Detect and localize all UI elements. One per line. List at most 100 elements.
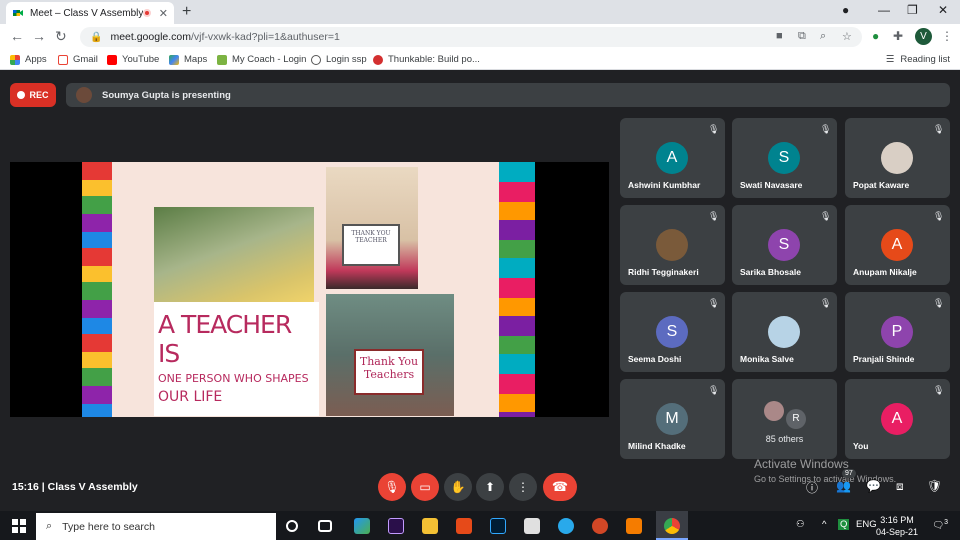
quick-heal-icon[interactable]: Q [838,519,850,530]
raise-hand-button[interactable]: ✋ [444,473,472,501]
muted-mic-icon: 🎙 [708,124,720,134]
reload-icon[interactable]: ↻ [55,28,67,45]
forward-icon[interactable]: → [32,28,46,44]
back-icon[interactable]: ← [10,28,24,44]
participant-tile[interactable]: 🎙 Monika Salve [732,292,837,372]
avatar: S [768,142,800,174]
participant-tile[interactable]: 🎙 M Milind Khadke [620,379,725,459]
premiere-icon[interactable] [388,518,404,534]
language-indicator[interactable]: ENG [856,519,877,530]
file-explorer-icon[interactable] [422,518,438,534]
others-count: 85 others [765,434,804,444]
quote-line-3: OUR LIFE [158,389,223,405]
avatar: S [768,229,800,261]
restore-icon[interactable]: ❐ [907,3,918,17]
chrome-menu-icon[interactable]: ⋮ [941,29,953,43]
bookmark-gmail[interactable]: Gmail [58,54,98,65]
address-bar[interactable]: 🔒 meet.google.com/vjf-vxwk-kad?pli=1&aut… [80,27,862,47]
minimize-icon[interactable]: — [878,3,890,17]
reading-list-button[interactable]: ☰ Reading list [886,54,950,65]
task-view-icon[interactable] [318,520,332,532]
bookmark-my-coach[interactable]: My Coach - Login [217,54,306,65]
quote-line-2: ONE PERSON WHO SHAPES [158,372,309,385]
participant-name: Swati Navasare [740,180,803,190]
zoom-icon[interactable]: ⌕ [820,30,826,43]
browser-tab[interactable]: Meet – Class V Assembly ✕ [6,2,174,24]
present-screen-button[interactable]: ⬆ [476,473,504,501]
tab-title: Meet – Class V Assembly [30,7,143,19]
camera-off-button[interactable]: ▭ [411,473,439,501]
participant-tile[interactable]: 🎙 P Pranjali Shinde [845,292,950,372]
bookmark-label: My Coach - Login [232,54,307,65]
start-button-icon[interactable] [12,519,26,533]
participant-name: Ashwini Kumbhar [628,180,701,190]
muted-mic-icon: 🎙 [933,385,945,395]
people-icon[interactable]: 👥 [836,479,851,493]
bookmark-label: Maps [184,54,208,65]
store-icon[interactable] [524,518,540,534]
chat-icon[interactable]: 💬 [866,479,881,493]
system-clock[interactable]: 3:16 PM 04-Sep-21 [876,514,918,538]
youtube-icon [107,54,117,65]
vlc-icon[interactable] [626,518,642,534]
tab-search-icon[interactable]: ● [842,3,849,17]
host-controls-icon[interactable]: 🛡 [927,479,942,493]
decorative-pattern-right [499,162,535,417]
participant-tile[interactable]: 🎙 S Seema Doshi [620,292,725,372]
card-text: Thank You [359,355,419,368]
more-options-button[interactable]: ⋮ [509,473,537,501]
extensions-puzzle-icon[interactable]: ✚ [893,29,903,43]
url-path: /vjf-vxwk-kad?pli=1&authuser=1 [191,31,340,43]
participant-tile[interactable]: 🎙 Ridhi Tegginakeri [620,205,725,285]
others-tile[interactable]: R 85 others [732,379,837,459]
close-window-icon[interactable]: ✕ [938,3,948,17]
my-coach-icon [217,54,227,65]
participant-tile[interactable]: 🎙 A Anupam Nikalje [845,205,950,285]
participant-tile[interactable]: 🎙 S Swati Navasare [732,118,837,198]
participant-tile[interactable]: 🎙 S Sarika Bhosale [732,205,837,285]
apps-grid-icon [10,54,20,65]
url-host: meet.google.com [110,31,191,43]
people-tray-icon[interactable]: ⚇ [796,519,805,530]
edge-icon[interactable] [354,518,370,534]
open-in-icon[interactable]: ⧉ [798,30,806,43]
meeting-details-icon[interactable]: ⓘ [806,479,818,496]
avatar-photo [656,229,688,261]
presenting-text: Soumya Gupta is presenting [102,89,231,101]
telegram-icon[interactable] [558,518,574,534]
bookmark-thunkable[interactable]: Thunkable: Build po... [373,54,480,65]
participant-tile[interactable]: 🎙 A Ashwini Kumbhar [620,118,725,198]
cortana-icon[interactable] [286,520,298,532]
close-tab-icon[interactable]: ✕ [159,7,168,20]
card-text: Teachers [363,368,415,381]
notifications-icon[interactable]: 🗨3 [932,519,948,531]
self-tile[interactable]: 🎙 A You [845,379,950,459]
bookmark-apps[interactable]: Apps [10,54,47,65]
powerpoint-icon[interactable] [592,518,608,534]
bookmark-maps[interactable]: Maps [169,54,207,65]
bookmark-login-ssp[interactable]: Login ssp [311,54,367,65]
show-hidden-icons-icon[interactable]: ^ [822,519,826,530]
bookmark-star-icon[interactable]: ☆ [842,30,852,43]
people-count-badge: 97 [842,469,856,478]
avatar: M [656,403,688,435]
profile-avatar[interactable]: V [915,28,932,45]
new-tab-icon[interactable]: + [182,3,191,21]
avatar-photo [881,142,913,174]
camera-icon[interactable]: ■ [776,30,783,42]
extension-grammarly-icon[interactable]: ● [872,29,879,43]
avatar: A [881,229,913,261]
bookmark-youtube[interactable]: YouTube [107,54,159,65]
chrome-icon[interactable] [664,518,680,534]
presenter-avatar [76,87,92,103]
presentation-stage: A TEACHER IS ONE PERSON WHO SHAPES OUR L… [10,162,609,417]
photoshop-icon[interactable] [490,518,506,534]
taskbar-search[interactable]: ⌕ Type here to search [36,513,276,540]
leave-call-button[interactable]: ☎ [543,473,577,501]
windows-taskbar: ⌕ Type here to search ⚇ ^ Q ENG 3:16 PM … [0,511,960,540]
mic-off-button[interactable]: 🎙 [378,473,406,501]
participant-tile[interactable]: 🎙 Popat Kaware [845,118,950,198]
office-icon[interactable] [456,518,472,534]
meet-window: REC Soumya Gupta is presenting A TEACHER… [0,71,960,507]
activities-icon[interactable]: ⧈ [896,479,904,494]
